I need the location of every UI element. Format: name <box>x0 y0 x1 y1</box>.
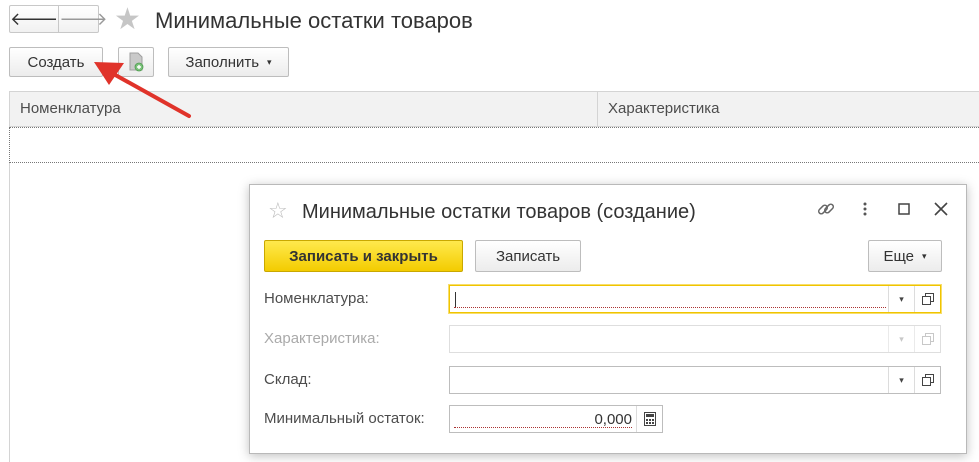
open-button <box>914 326 940 352</box>
close-icon <box>934 202 948 216</box>
more-label: Еще <box>883 247 914 265</box>
vertical-dots-icon <box>863 202 867 216</box>
calculator-button[interactable] <box>636 406 662 432</box>
close-button[interactable] <box>931 199 951 219</box>
open-button[interactable] <box>914 286 940 312</box>
more-actions-button[interactable] <box>855 199 875 219</box>
warehouse-label: Склад: <box>264 371 312 388</box>
create-dialog: ☆ Минимальные остатки товаров (создание)… <box>249 184 967 454</box>
more-dropdown-button[interactable]: Еще ▾ <box>868 240 942 272</box>
save-label: Записать <box>495 247 561 265</box>
save-and-close-button[interactable]: Записать и закрыть <box>264 240 463 272</box>
characteristic-label: Характеристика: <box>264 330 380 347</box>
dropdown-button: ▾ <box>888 326 914 352</box>
open-window-icon <box>921 374 934 386</box>
link-icon <box>817 203 835 215</box>
chevron-down-icon: ▾ <box>899 333 904 344</box>
chevron-down-icon: ▾ <box>899 293 904 304</box>
nomenclature-label: Номенклатура: <box>264 290 369 307</box>
chevron-down-icon: ▾ <box>922 250 927 261</box>
calculator-icon <box>643 412 656 426</box>
link-button[interactable] <box>816 199 836 219</box>
characteristic-field: ▾ <box>449 325 941 353</box>
dropdown-button[interactable]: ▾ <box>888 367 914 393</box>
required-underline <box>454 427 632 428</box>
nomenclature-field[interactable]: ▾ <box>449 285 941 313</box>
dialog-title: Минимальные остатки товаров (создание) <box>302 201 696 223</box>
open-window-icon <box>921 293 934 305</box>
save-button[interactable]: Записать <box>475 240 581 272</box>
required-underline <box>454 307 886 308</box>
min-stock-label: Минимальный остаток: <box>264 410 425 427</box>
dropdown-button[interactable]: ▾ <box>888 286 914 312</box>
open-button[interactable] <box>914 367 940 393</box>
chevron-down-icon: ▾ <box>899 374 904 385</box>
save-and-close-label: Записать и закрыть <box>289 247 438 265</box>
text-cursor <box>455 292 456 307</box>
open-window-icon <box>921 333 934 345</box>
min-stock-field[interactable]: 0,000 <box>449 405 663 433</box>
maximize-button[interactable] <box>894 199 914 219</box>
min-stock-value: 0,000 <box>594 411 632 428</box>
warehouse-field[interactable]: ▾ <box>449 366 941 394</box>
favorite-star-icon[interactable]: ☆ <box>268 198 288 224</box>
maximize-icon <box>898 203 910 215</box>
